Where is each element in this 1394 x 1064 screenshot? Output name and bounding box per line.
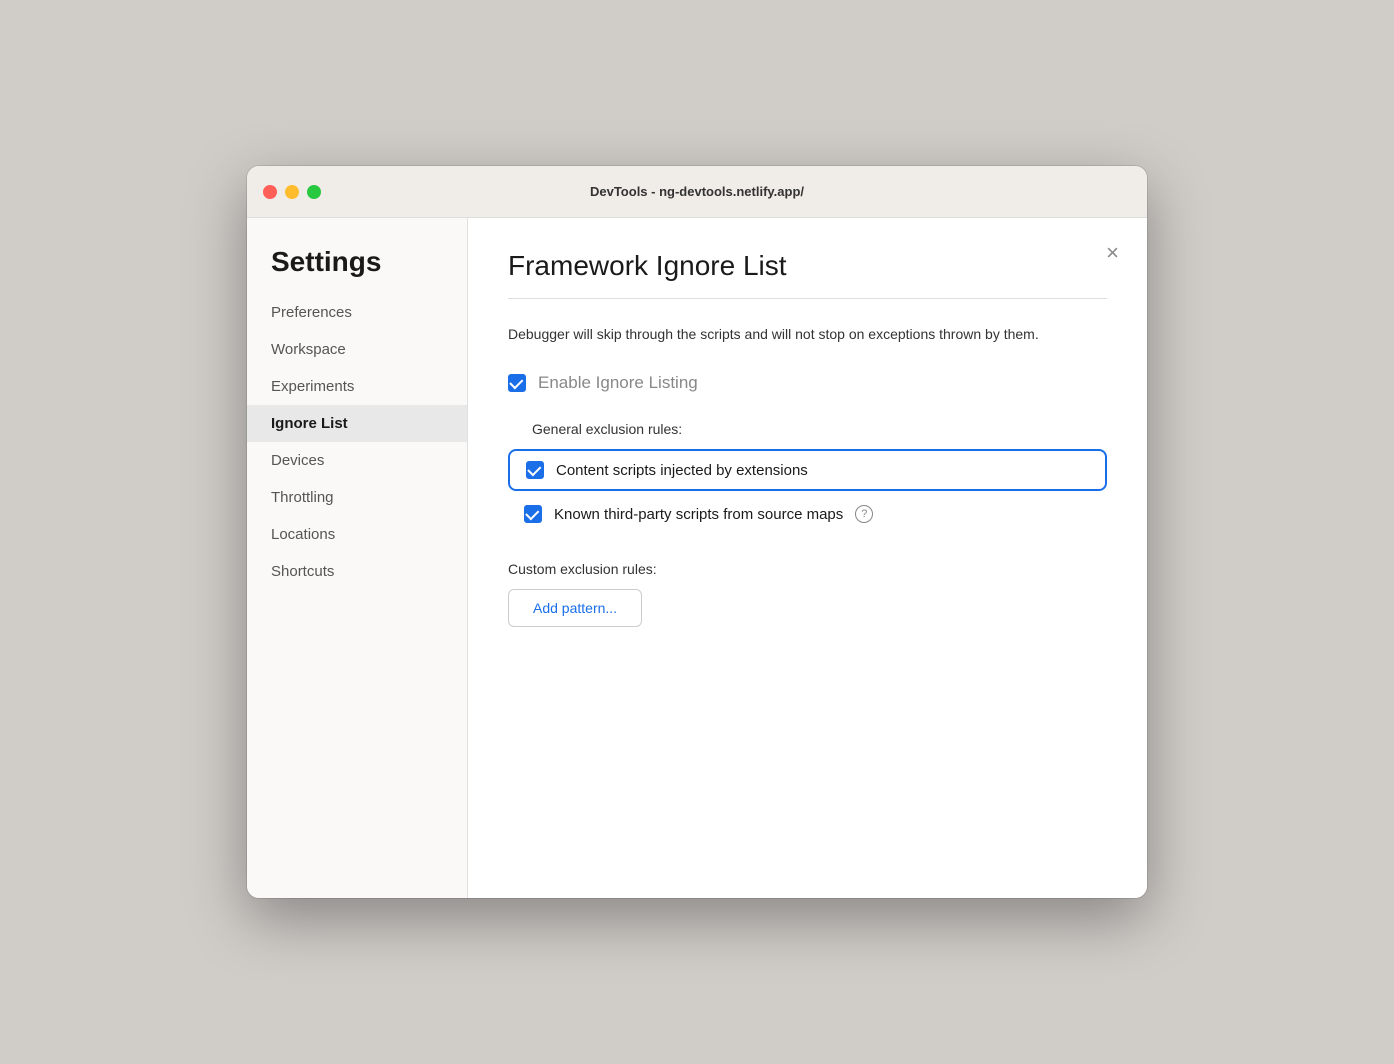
settings-window: DevTools - ng-devtools.netlify.app/ Sett…	[247, 166, 1147, 898]
general-section-label: General exclusion rules:	[508, 421, 1107, 437]
general-exclusion-rules-section: General exclusion rules: Content scripts…	[508, 421, 1107, 533]
help-icon[interactable]: ?	[855, 505, 873, 523]
content-area: Settings Preferences Workspace Experimen…	[247, 218, 1147, 898]
close-button[interactable]: ×	[1102, 238, 1123, 268]
custom-section-label: Custom exclusion rules:	[508, 561, 1107, 577]
window-title: DevTools - ng-devtools.netlify.app/	[590, 184, 804, 199]
panel-description: Debugger will skip through the scripts a…	[508, 323, 1107, 345]
rule-third-party-scripts-row: Known third-party scripts from source ma…	[508, 495, 1107, 533]
add-pattern-button[interactable]: Add pattern...	[508, 589, 642, 627]
sidebar-item-ignore-list[interactable]: Ignore List	[247, 405, 467, 442]
traffic-lights	[263, 185, 321, 199]
sidebar-item-locations[interactable]: Locations	[247, 516, 467, 553]
sidebar-item-throttling[interactable]: Throttling	[247, 479, 467, 516]
sidebar-item-shortcuts[interactable]: Shortcuts	[247, 553, 467, 590]
sidebar-item-devices[interactable]: Devices	[247, 442, 467, 479]
rule-third-party-scripts-label: Known third-party scripts from source ma…	[554, 506, 843, 523]
sidebar: Settings Preferences Workspace Experimen…	[247, 218, 467, 898]
sidebar-item-experiments[interactable]: Experiments	[247, 368, 467, 405]
rule-content-scripts-row: Content scripts injected by extensions	[508, 449, 1107, 491]
rule-content-scripts-checkbox[interactable]	[526, 461, 544, 479]
sidebar-item-workspace[interactable]: Workspace	[247, 331, 467, 368]
panel-divider	[508, 298, 1107, 299]
rule-content-scripts-label: Content scripts injected by extensions	[556, 462, 808, 479]
minimize-traffic-light[interactable]	[285, 185, 299, 199]
panel-title: Framework Ignore List	[508, 250, 1107, 282]
enable-ignore-listing-row: Enable Ignore Listing	[508, 373, 1107, 393]
maximize-traffic-light[interactable]	[307, 185, 321, 199]
sidebar-heading: Settings	[247, 238, 467, 294]
rule-third-party-scripts-checkbox[interactable]	[524, 505, 542, 523]
enable-ignore-listing-checkbox[interactable]	[508, 374, 526, 392]
custom-exclusion-rules-section: Custom exclusion rules: Add pattern...	[508, 561, 1107, 627]
main-panel: × Framework Ignore List Debugger will sk…	[467, 218, 1147, 898]
sidebar-item-preferences[interactable]: Preferences	[247, 294, 467, 331]
close-traffic-light[interactable]	[263, 185, 277, 199]
enable-ignore-listing-label: Enable Ignore Listing	[538, 373, 698, 393]
titlebar: DevTools - ng-devtools.netlify.app/	[247, 166, 1147, 218]
